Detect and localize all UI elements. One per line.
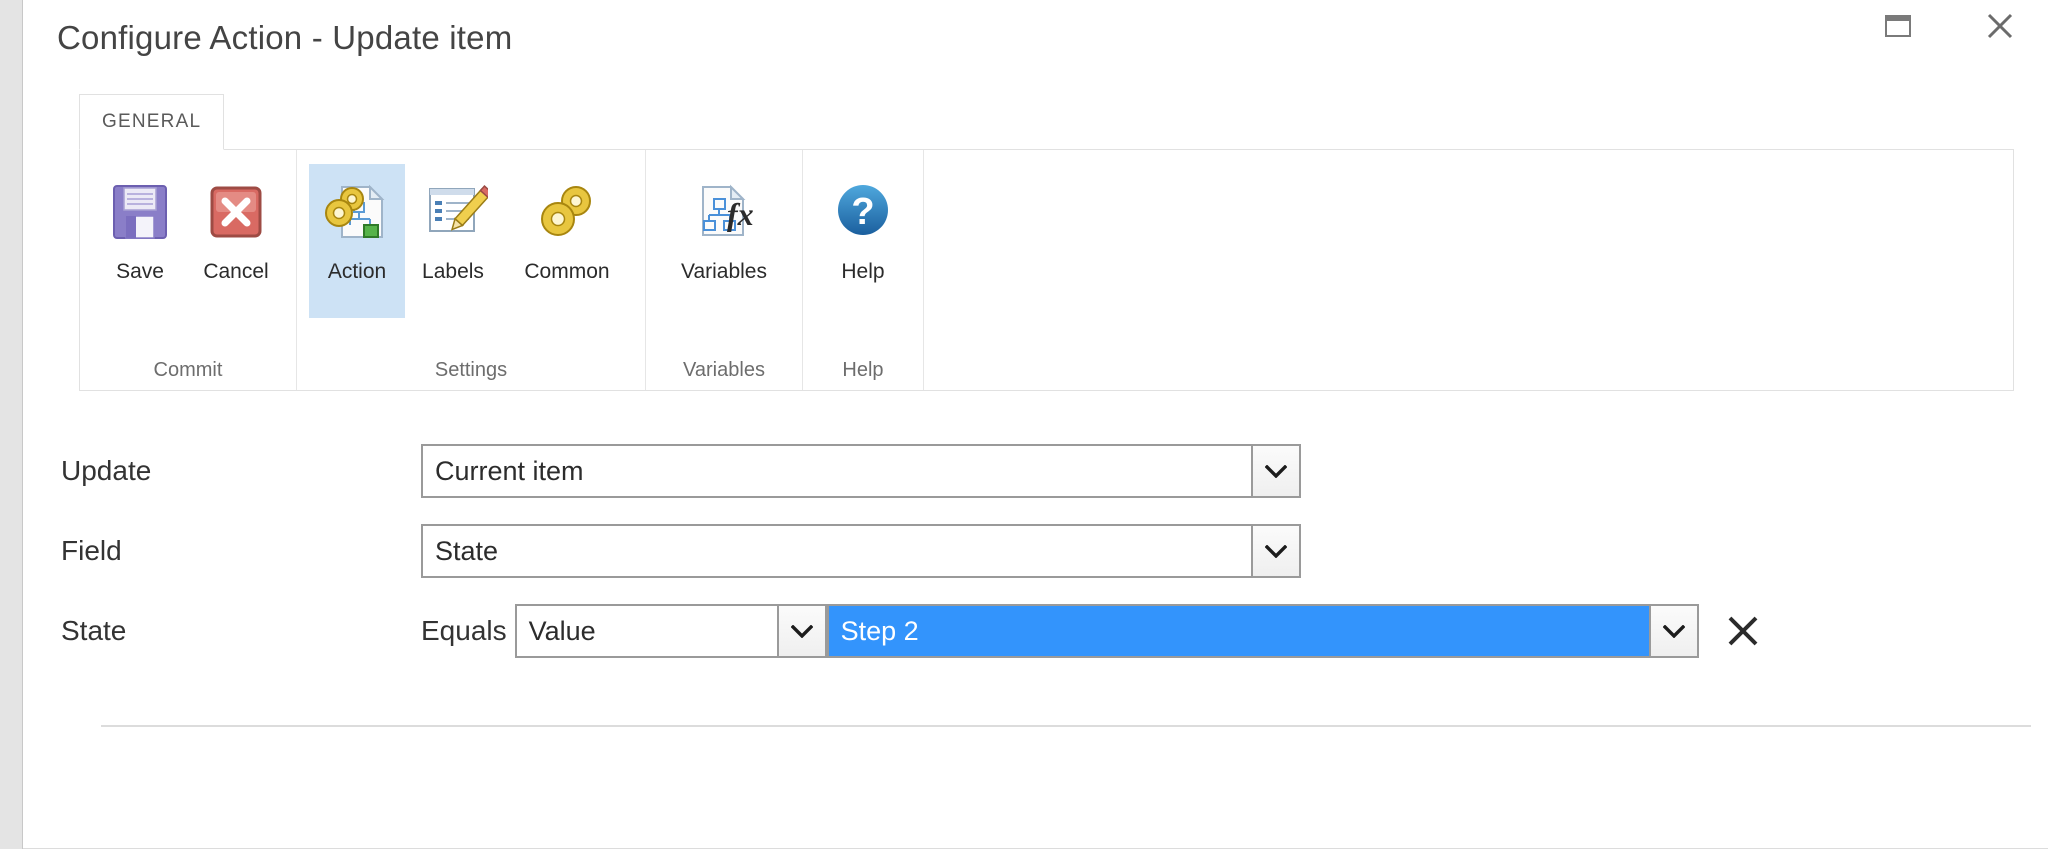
update-dropdown[interactable]: Current item	[421, 444, 1301, 498]
ribbon-group-variables: fx Variables Variables	[646, 150, 803, 390]
ribbon-group-settings: Action Labels Common Settings	[297, 150, 646, 390]
field-dropdown-arrow[interactable]	[1251, 524, 1301, 578]
chevron-down-icon	[1265, 464, 1287, 478]
form-row-update: Update Current item	[61, 431, 2048, 511]
dialog-title: Configure Action - Update item	[57, 19, 513, 56]
state-value-text[interactable]: Step 2	[826, 604, 1649, 658]
common-button-label: Common	[524, 260, 610, 283]
close-button[interactable]	[1978, 4, 2022, 48]
form-row-field: Field State	[61, 511, 2048, 591]
cancel-button[interactable]: Cancel	[188, 164, 284, 318]
close-icon	[1987, 13, 2013, 39]
action-settings-form: Update Current item Field State State Eq…	[61, 431, 2048, 727]
red-x-cancel-icon	[198, 174, 274, 250]
action-button[interactable]: Action	[309, 164, 405, 318]
help-button[interactable]: ? Help	[815, 164, 911, 318]
state-operator-text: Equals	[421, 615, 507, 646]
ribbon-tabstrip: GENERAL	[79, 94, 2014, 150]
tab-general[interactable]: GENERAL	[79, 94, 225, 150]
update-label: Update	[61, 455, 152, 486]
action-button-label: Action	[327, 260, 387, 283]
list-pencil-labels-icon	[415, 174, 491, 250]
ribbon-group-help: ? Help Help	[803, 150, 924, 390]
gears-document-action-icon	[319, 174, 395, 250]
state-row-controls: Equals Value Step 2	[421, 604, 1765, 658]
labels-button[interactable]: Labels	[405, 164, 501, 318]
ribbon-group-help-label: Help	[842, 359, 884, 381]
ribbon-group-commit: Save Cancel Commit	[80, 150, 297, 390]
field-dropdown-value[interactable]: State	[421, 524, 1251, 578]
state-operator-dropdown-arrow[interactable]	[776, 604, 827, 658]
state-operator-dropdown[interactable]: Value	[514, 604, 827, 658]
help-button-label: Help	[841, 260, 885, 283]
update-dropdown-arrow[interactable]	[1251, 444, 1301, 498]
maximize-icon	[1885, 15, 1911, 37]
state-value-dropdown[interactable]: Step 2	[826, 604, 1699, 658]
maximize-button[interactable]	[1876, 4, 1920, 48]
dialog-body: Configure Action - Update item GENERAL S…	[23, 0, 2048, 849]
document-fx-variables-icon: fx	[686, 174, 762, 250]
floppy-disk-save-icon	[102, 174, 178, 250]
ribbon-group-settings-label: Settings	[434, 359, 508, 381]
common-button[interactable]: Common	[501, 164, 633, 318]
state-label: State	[61, 615, 127, 646]
window-controls	[1876, 4, 2022, 48]
gears-common-icon	[529, 174, 605, 250]
dialog-titlebar: Configure Action - Update item	[23, 0, 2048, 76]
state-remove-button[interactable]	[1721, 609, 1765, 653]
field-label: Field	[61, 535, 122, 566]
ribbon: GENERAL Save Cancel Commit Action Labels…	[79, 94, 2014, 391]
configure-action-dialog: Configure Action - Update item GENERAL S…	[0, 0, 2048, 849]
ribbon-panel: Save Cancel Commit Action Labels Common …	[79, 150, 2014, 391]
svg-text:?: ?	[851, 191, 874, 233]
state-value-dropdown-arrow[interactable]	[1648, 604, 1699, 658]
close-icon	[1728, 616, 1758, 646]
chevron-down-icon	[1265, 544, 1287, 558]
blue-question-help-icon: ?	[825, 174, 901, 250]
labels-button-label: Labels	[422, 260, 484, 283]
field-dropdown[interactable]: State	[421, 524, 1301, 578]
state-operator-value[interactable]: Value	[514, 604, 777, 658]
svg-text:fx: fx	[727, 196, 754, 232]
ribbon-group-commit-label: Commit	[153, 359, 223, 381]
save-button-label: Save	[116, 260, 164, 283]
window-left-gutter	[0, 0, 23, 849]
update-dropdown-value[interactable]: Current item	[421, 444, 1251, 498]
cancel-button-label: Cancel	[203, 260, 269, 283]
variables-button-label: Variables	[681, 260, 767, 283]
save-button[interactable]: Save	[92, 164, 188, 318]
tab-general-label: GENERAL	[102, 111, 202, 132]
form-divider	[101, 725, 2031, 727]
chevron-down-icon	[1662, 624, 1685, 638]
form-row-state: State Equals Value Step 2	[61, 591, 2048, 671]
chevron-down-icon	[790, 624, 813, 638]
variables-button[interactable]: fx Variables	[658, 164, 790, 318]
ribbon-group-variables-label: Variables	[683, 359, 765, 381]
